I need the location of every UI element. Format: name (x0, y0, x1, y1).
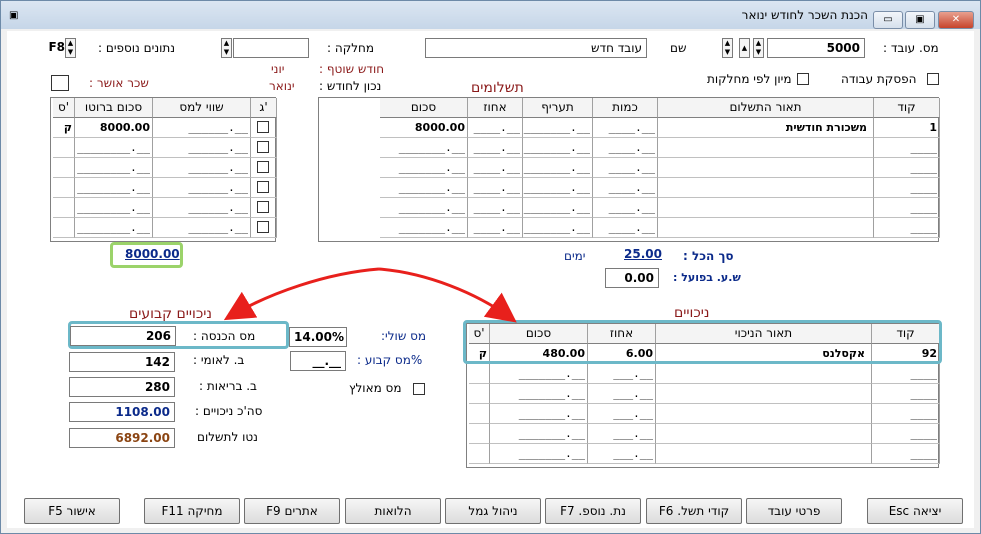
annotation-arrows (223, 267, 517, 323)
form-body: מס. עובד : 5000 ▲ ▼ ▲ ▲ ▼ שם עובד חדש מחלק… (7, 31, 974, 528)
payroll-window: ▣ הכנת השכר לחודש ינואר ▭ ▣ ✕ מס. עובד :… (0, 0, 981, 534)
maximize-button[interactable]: ▣ (905, 11, 935, 29)
arrow-right (378, 267, 517, 323)
title-bar: ▣ הכנת השכר לחודש ינואר ▭ ▣ ✕ (1, 1, 980, 29)
arrow-left (223, 267, 380, 321)
app-icon: ▣ (9, 10, 19, 21)
window-title: הכנת השכר לחודש ינואר (741, 8, 868, 22)
close-button[interactable]: ✕ (938, 11, 974, 29)
minimize-button[interactable]: ▭ (873, 11, 903, 29)
